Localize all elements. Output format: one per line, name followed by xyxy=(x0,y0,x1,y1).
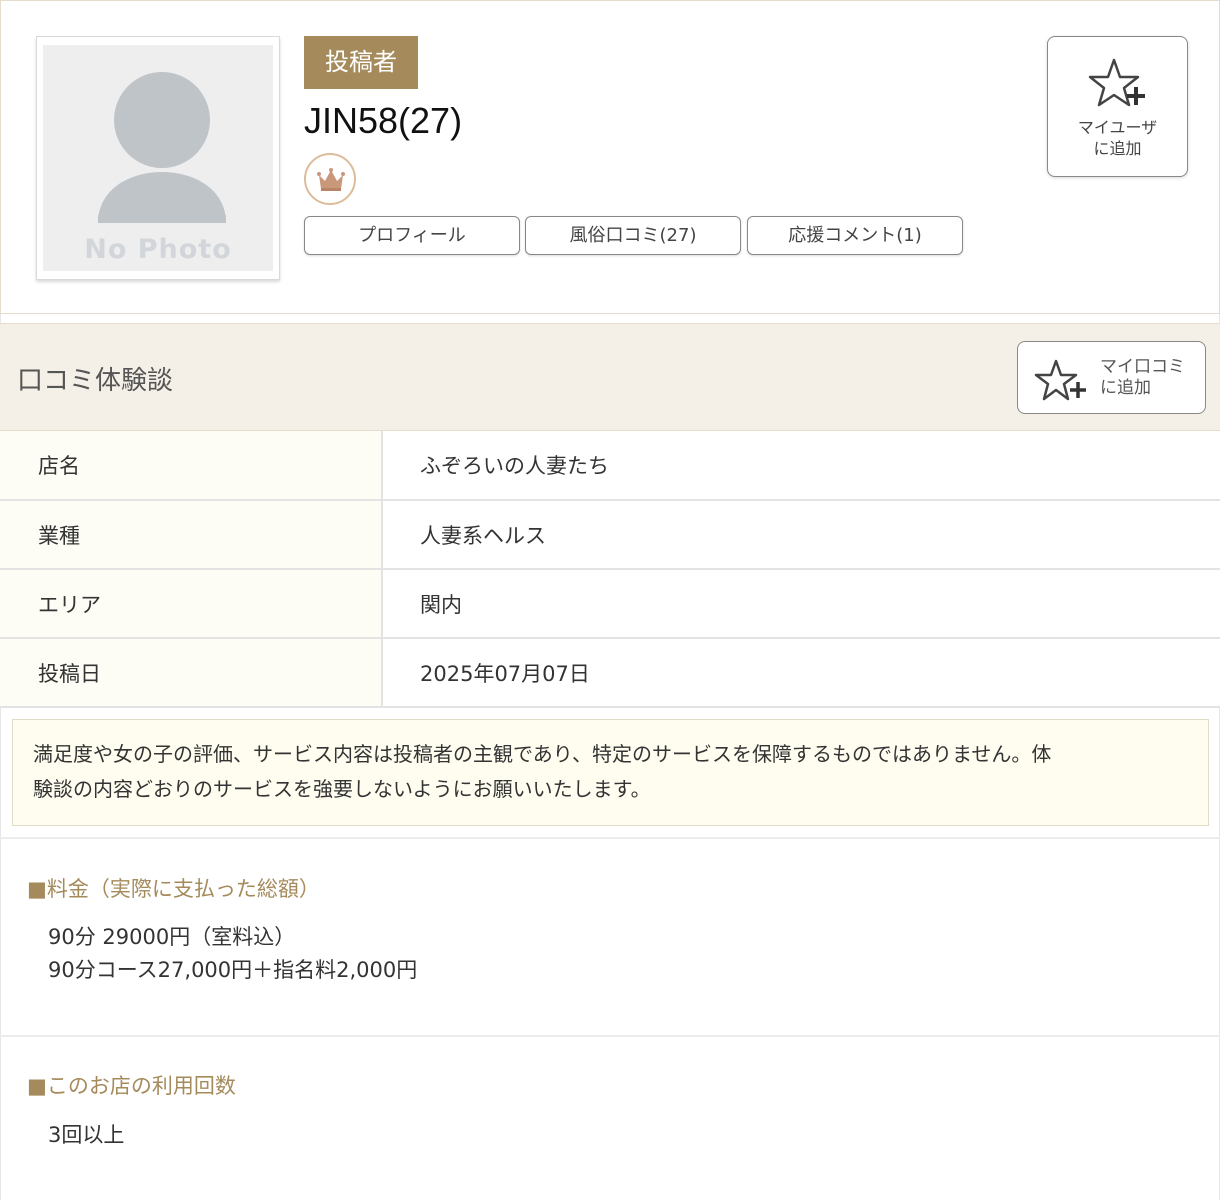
tab-support-comments[interactable]: 応援コメント(1) xyxy=(747,216,963,255)
review-info-table: 店名 ふぞろいの人妻たち 業種 人妻系ヘルス エリア 関内 投稿日 2025年0… xyxy=(0,431,1220,708)
price-body: 90分 29000円（室料込） 90分コース27,000円＋指名料2,000円 xyxy=(48,925,418,982)
row-key: 業種 xyxy=(0,500,383,570)
table-row: エリア 関内 xyxy=(0,569,1220,639)
row-key: 店名 xyxy=(0,431,383,501)
add-my-user-label: マイユーザ に追加 xyxy=(1077,118,1158,158)
tab-reviews[interactable]: 風俗口コミ(27) xyxy=(525,216,741,255)
row-key: 投稿日 xyxy=(0,638,383,708)
divider xyxy=(0,837,1220,839)
visit-count-value: 3回以上 xyxy=(48,1123,125,1147)
avatar: No Photo xyxy=(36,36,280,280)
row-value: 人妻系ヘルス xyxy=(382,500,1220,570)
crown-icon xyxy=(317,168,345,191)
profile-card: No Photo 投稿者 JIN58(27) プロフィール 風俗口コミ(27) … xyxy=(0,0,1220,314)
table-row: 業種 人妻系ヘルス xyxy=(0,500,1220,570)
poster-badge: 投稿者 xyxy=(304,36,418,89)
add-my-review-button[interactable]: マイ口コミ に追加 xyxy=(1017,341,1206,414)
add-my-review-label: マイ口コミ に追加 xyxy=(1100,357,1185,398)
divider xyxy=(0,1035,1220,1037)
tab-profile[interactable]: プロフィール xyxy=(304,216,520,255)
row-value: 関内 xyxy=(382,569,1220,639)
row-key: エリア xyxy=(0,569,383,639)
no-photo-placeholder: No Photo xyxy=(43,45,273,271)
row-value: 2025年07月07日 xyxy=(382,638,1220,708)
section-title: 口コミ体験談 xyxy=(17,366,174,396)
star-plus-icon xyxy=(1088,58,1145,107)
rank-badge xyxy=(304,153,356,205)
table-row: 投稿日 2025年07月07日 xyxy=(0,638,1220,708)
table-row: 店名 ふぞろいの人妻たち xyxy=(0,431,1220,501)
disclaimer-notice: 満足度や女の子の評価、サービス内容は投稿者の主観であり、特定のサービスを保障する… xyxy=(12,719,1209,826)
row-value: ふぞろいの人妻たち xyxy=(382,431,1220,501)
star-plus-icon xyxy=(1034,359,1086,401)
price-heading: ■料金（実際に支払った総額） xyxy=(27,877,320,901)
username: JIN58(27) xyxy=(304,100,463,141)
visit-count-heading: ■このお店の利用回数 xyxy=(27,1074,236,1098)
review-section-header: 口コミ体験談 マイ口コミ に追加 xyxy=(0,323,1220,431)
add-my-user-button[interactable]: マイユーザ に追加 xyxy=(1047,36,1188,177)
no-photo-text: No Photo xyxy=(84,234,232,265)
